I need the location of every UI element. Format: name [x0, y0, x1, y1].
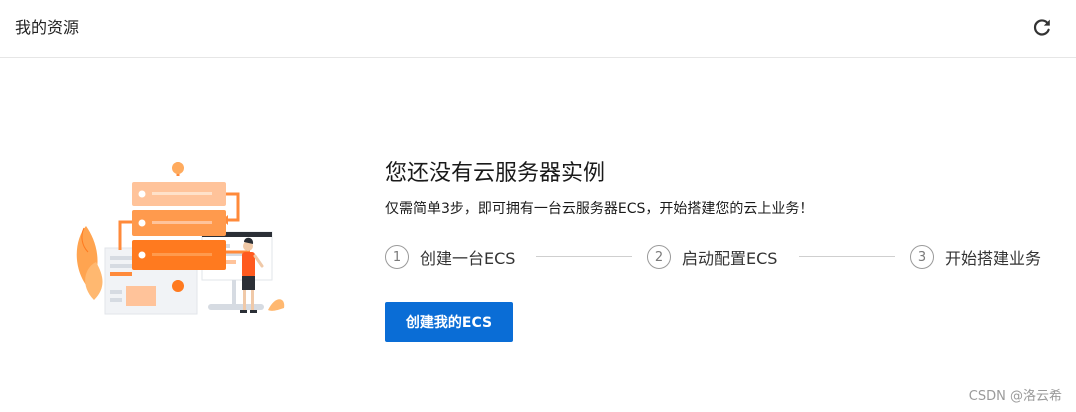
empty-state-panel: 您还没有云服务器实例 仅需简单3步，即可拥有一台云服务器ECS，开始搭建您的云上… — [385, 158, 1065, 342]
step-2-label: 启动配置ECS — [682, 249, 778, 268]
empty-state-title: 您还没有云服务器实例 — [385, 161, 606, 186]
page-title: 我的资源 — [15, 18, 80, 37]
empty-server-illustration — [72, 160, 292, 318]
step-1-number: 1 — [385, 245, 409, 269]
step-1: 1 创建一台ECS — [385, 242, 515, 272]
create-ecs-button[interactable]: 创建我的ECS — [385, 302, 513, 342]
step-divider-1 — [536, 256, 632, 257]
step-2-number: 2 — [647, 245, 671, 269]
step-1-label: 创建一台ECS — [420, 249, 516, 268]
step-3-label: 开始搭建业务 — [945, 249, 1042, 268]
watermark: CSDN @洛云希 — [968, 389, 1062, 404]
page-header: 我的资源 — [0, 0, 1076, 58]
step-2: 2 启动配置ECS — [647, 242, 777, 272]
refresh-icon — [1033, 19, 1050, 36]
empty-state-description: 仅需简单3步，即可拥有一台云服务器ECS，开始搭建您的云上业务！ — [385, 201, 814, 217]
onboarding-steps: 1 创建一台ECS 2 启动配置ECS 3 开始搭建业务 — [385, 242, 1065, 272]
refresh-button[interactable] — [1030, 15, 1054, 39]
step-3-number: 3 — [910, 245, 934, 269]
step-3: 3 开始搭建业务 — [910, 242, 1041, 272]
step-divider-2 — [799, 256, 895, 257]
